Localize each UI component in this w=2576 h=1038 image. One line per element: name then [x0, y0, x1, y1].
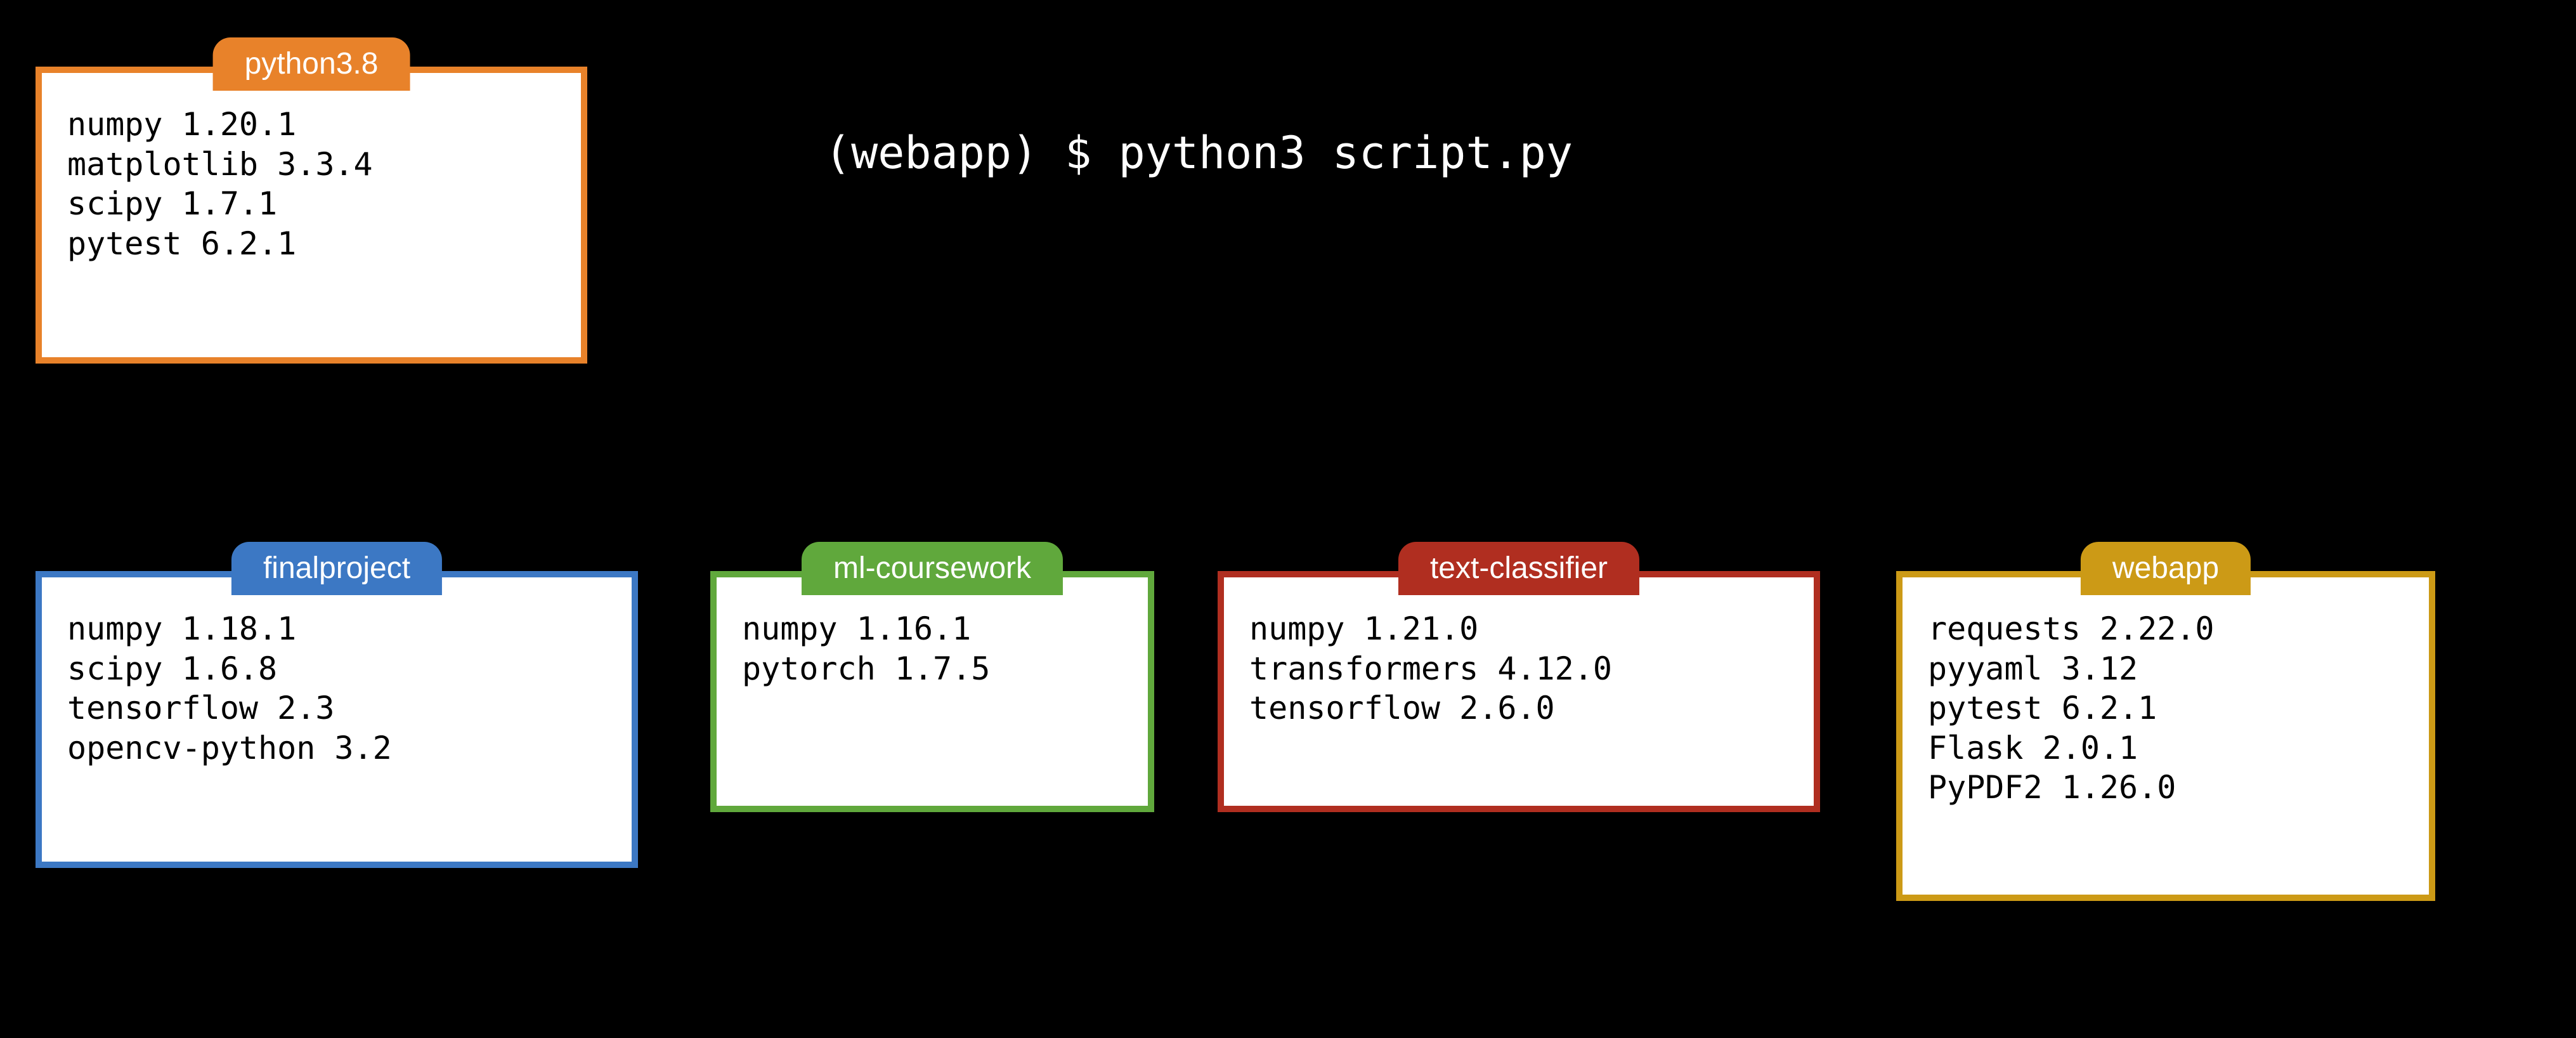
env-python38: python3.8 numpy 1.20.1 matplotlib 3.3.4 … [36, 67, 587, 364]
package-list: numpy 1.16.1 pytorch 1.7.5 [742, 609, 1122, 688]
package-list: numpy 1.20.1 matplotlib 3.3.4 scipy 1.7.… [67, 105, 556, 263]
env-tab-ml-coursework: ml-coursework [802, 542, 1063, 595]
env-tab-text-classifier: text-classifier [1398, 542, 1639, 595]
package-list: numpy 1.18.1 scipy 1.6.8 tensorflow 2.3 … [67, 609, 606, 768]
terminal-command: (webapp) $ python3 script.py [824, 127, 1573, 179]
env-tab-python38: python3.8 [213, 37, 410, 91]
env-finalproject: finalproject numpy 1.18.1 scipy 1.6.8 te… [36, 571, 638, 868]
env-ml-coursework: ml-coursework numpy 1.16.1 pytorch 1.7.5 [710, 571, 1154, 812]
env-tab-finalproject: finalproject [231, 542, 442, 595]
package-list: requests 2.22.0 pyyaml 3.12 pytest 6.2.1… [1928, 609, 2404, 808]
env-text-classifier: text-classifier numpy 1.21.0 transformer… [1218, 571, 1820, 812]
package-list: numpy 1.21.0 transformers 4.12.0 tensorf… [1249, 609, 1788, 728]
env-webapp: webapp requests 2.22.0 pyyaml 3.12 pytes… [1896, 571, 2435, 901]
env-tab-webapp: webapp [2081, 542, 2251, 595]
